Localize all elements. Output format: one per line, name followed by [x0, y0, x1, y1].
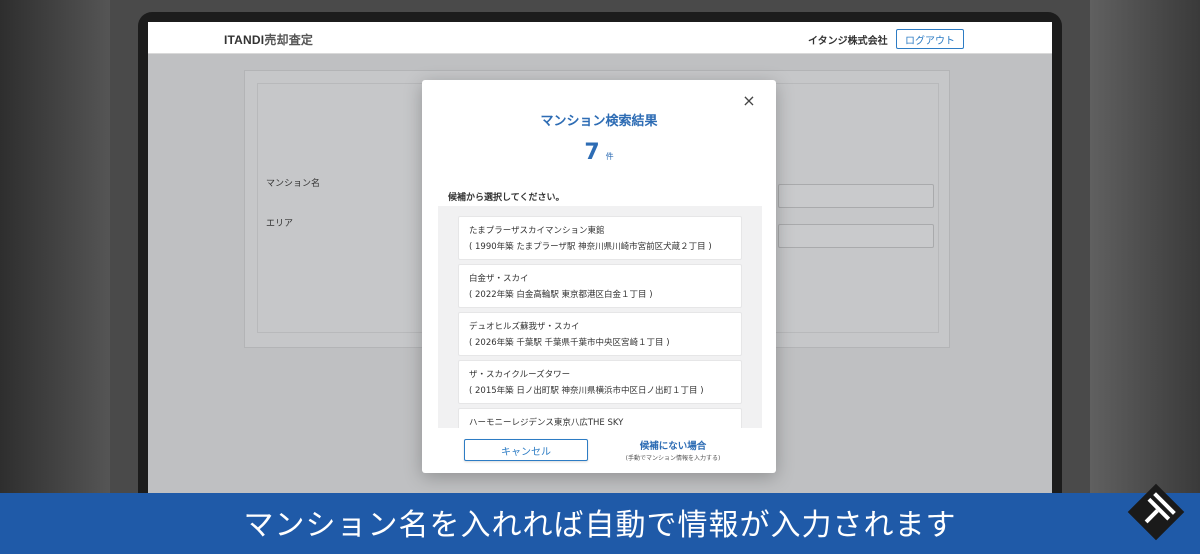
select-prompt: 候補から選択してください。: [448, 193, 565, 203]
company-name: イタンジ株式会社: [808, 36, 888, 47]
list-item[interactable]: ザ・スカイクルーズタワー ( 2015年築 日ノ出町駅 神奈川県横浜市中区日ノ出…: [458, 360, 742, 404]
manual-entry-link[interactable]: 候補にない場合: [618, 438, 728, 452]
cancel-button[interactable]: キャンセル: [464, 439, 588, 461]
logout-button[interactable]: ログアウト: [896, 29, 964, 49]
result-count: 7件: [422, 140, 776, 165]
list-item[interactable]: 白金ザ・スカイ ( 2022年築 白金高輪駅 東京都港区白金１丁目 ): [458, 264, 742, 308]
search-results-modal: × マンション検索結果 7件 候補から選択してください。 たまプラーザスカイマン…: [422, 80, 776, 473]
modal-title: マンション検索結果: [540, 114, 658, 129]
building-name-input[interactable]: [778, 184, 934, 208]
list-item-name: 白金ザ・スカイ: [469, 274, 529, 284]
list-item-name: デュオヒルズ蘇我ザ・スカイ: [469, 322, 580, 332]
list-item-detail: ( 2026年築 千葉駅 千葉県千葉市中央区宮崎１丁目 ): [469, 338, 670, 348]
backdrop-left: [0, 0, 110, 554]
video-subtitle: マンション名を入れれば自動で情報が入力されます: [243, 508, 957, 543]
list-item-detail: ( 1990年築 たまプラーザ駅 神奈川県川崎市宮前区犬蔵２丁目 ): [469, 242, 712, 252]
close-icon[interactable]: ×: [742, 93, 756, 109]
manual-entry-note: (手動でマンション情報を入力する): [625, 455, 721, 462]
list-item-name: ザ・スカイクルーズタワー: [469, 370, 571, 380]
area-input[interactable]: [778, 224, 934, 248]
logo-text: ITANDI: [224, 33, 265, 47]
app-logo: ITANDI売却査定: [224, 31, 313, 48]
app-screen: ITANDI売却査定 イタンジ株式会社 ログアウト マンション名 エリア × マ…: [148, 22, 1052, 532]
logo-sub: 売却査定: [264, 33, 314, 47]
list-item[interactable]: デュオヒルズ蘇我ザ・スカイ ( 2026年築 千葉駅 千葉県千葉市中央区宮崎１丁…: [458, 312, 742, 356]
list-item-detail: ( 2022年築 白金高輪駅 東京都港区白金１丁目 ): [469, 290, 653, 300]
list-item[interactable]: たまプラーザスカイマンション東館 ( 1990年築 たまプラーザ駅 神奈川県川崎…: [458, 216, 742, 260]
area-label: エリア: [266, 219, 294, 229]
result-count-unit: 件: [605, 152, 614, 161]
list-item[interactable]: ハーモニーレジデンス東京八広THE SKY: [458, 408, 742, 428]
result-count-number: 7: [584, 140, 600, 165]
results-list[interactable]: たまプラーザスカイマンション東館 ( 1990年築 たまプラーザ駅 神奈川県川崎…: [438, 206, 762, 428]
list-item-name: ハーモニーレジデンス東京八広THE SKY: [469, 418, 624, 428]
list-item-detail: ( 2015年築 日ノ出町駅 神奈川県横浜市中区日ノ出町１丁目 ): [469, 386, 704, 396]
backdrop-right: [1090, 0, 1200, 554]
app-header: ITANDI売却査定 イタンジ株式会社 ログアウト: [148, 22, 1052, 54]
building-name-label: マンション名: [266, 179, 321, 189]
brand-logo-icon: [1127, 483, 1185, 541]
list-item-name: たまプラーザスカイマンション東館: [469, 226, 605, 236]
